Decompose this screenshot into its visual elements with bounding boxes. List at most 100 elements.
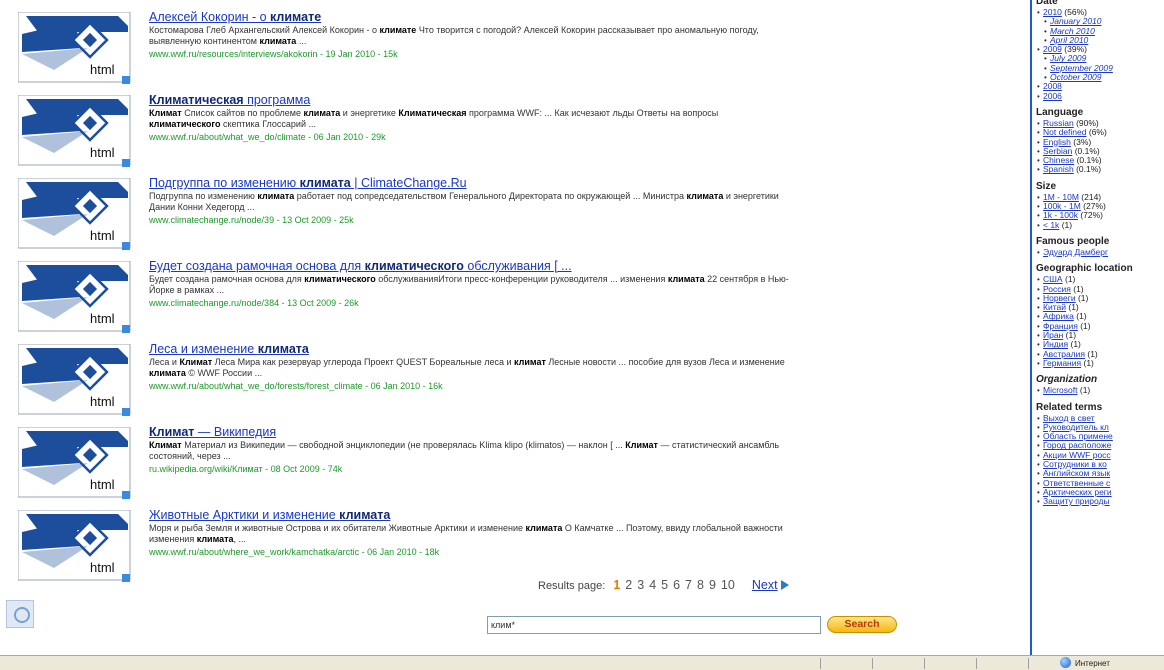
result-title-link[interactable]: Климат — Википедия [149, 425, 789, 439]
result-snippet: Костомарова Глеб Архангельский Алексей К… [149, 25, 789, 47]
search-result: html Будет создана рамочная основа для кл… [18, 257, 1018, 340]
highlighted-term: климат [514, 357, 546, 367]
result-url: www.climatechange.ru/node/39 - 13 Oct 20… [149, 215, 354, 225]
internet-zone: Интернет [1060, 657, 1110, 670]
text-segment: Будет создана рамочная основа для [149, 274, 305, 284]
page-link[interactable]: 7 [685, 578, 692, 592]
result-body: Леса и изменение климата Леса и Климат Ле… [149, 342, 789, 392]
page-link[interactable]: 3 [637, 578, 644, 592]
text-segment: Алексей Кокорин - о [149, 10, 271, 24]
text-segment: Будет создана рамочная основа для [149, 259, 365, 273]
highlighted-term: климата [667, 274, 705, 284]
result-url: www.climatechange.ru/node/384 - 13 Oct 2… [149, 298, 359, 308]
result-url: www.wwf.ru/about/what_we_do/climate - 06… [149, 132, 386, 142]
text-segment: работает под сопредседательством Генерал… [294, 191, 687, 201]
current-page: 1 [613, 578, 621, 592]
page-link[interactable]: 6 [673, 578, 680, 592]
facet-count: (6%) [1088, 127, 1107, 138]
page-link[interactable]: 2 [625, 578, 632, 592]
result-snippet: Климат Материал из Википедии — свободной… [149, 440, 789, 462]
text-segment: Леса и [149, 357, 180, 367]
highlighted-term: климатического [364, 259, 464, 273]
search-input[interactable] [487, 616, 821, 634]
result-snippet: Будет создана рамочная основа для климат… [149, 274, 789, 296]
text-segment: ... [296, 36, 307, 46]
html-label: html [90, 477, 115, 492]
text-segment: © WWF России ... [185, 368, 263, 378]
html-file-icon [18, 261, 131, 333]
search-result: html Подгруппа по изменению климата | Cli… [18, 174, 1018, 257]
thumb-shape [122, 491, 130, 499]
search-result: html Алексей Кокорин - о климате Костомаро… [18, 8, 1018, 91]
page-icon[interactable] [6, 600, 34, 628]
text-segment: Животные Арктики и изменение [149, 508, 340, 522]
page-link[interactable]: 8 [697, 578, 704, 592]
html-label: html [90, 145, 115, 160]
text-segment: Лесные новости ... пособие для вузов Лес… [545, 357, 785, 367]
result-thumbnail[interactable]: html [18, 427, 138, 501]
result-title-link[interactable]: Алексей Кокорин - о климате [149, 10, 789, 24]
facet-item: 2006 [1036, 91, 1164, 101]
facet-link[interactable]: < 1k [1043, 220, 1059, 230]
results-list: html Алексей Кокорин - о климате Костомаро… [18, 8, 1018, 589]
result-thumbnail[interactable]: html [18, 261, 138, 335]
page-link[interactable]: 9 [709, 578, 716, 592]
search-result: html Леса и изменение климата Леса и Клима… [18, 340, 1018, 423]
search-button[interactable]: Search [827, 616, 897, 633]
page-link[interactable]: 4 [649, 578, 656, 592]
html-file-icon [18, 95, 131, 167]
facet-link[interactable]: 2006 [1043, 91, 1062, 101]
result-title-link[interactable]: Леса и изменение климата [149, 342, 789, 356]
result-snippet: Моря и рыба Земля и животные Острова и и… [149, 523, 789, 545]
facet-link[interactable]: Германия [1043, 358, 1081, 368]
facet-item: Германия (1) [1036, 358, 1164, 368]
result-title-link[interactable]: Подгруппа по изменению климата | Climate… [149, 176, 789, 190]
highlighted-term: климатического [149, 119, 221, 129]
highlighted-term: Климат [149, 108, 182, 118]
html-label: html [90, 62, 115, 77]
facet-link[interactable]: Эдуард Дамберг [1043, 247, 1108, 257]
result-title-link[interactable]: Климатическая программа [149, 93, 789, 107]
facet-item: < 1k (1) [1036, 220, 1164, 230]
status-separator [976, 658, 977, 669]
text-segment: скептика Глоссарий ... [220, 119, 316, 129]
highlighted-term: климата [196, 534, 234, 544]
search-result: html Климатическая программа Климат Список… [18, 91, 1018, 174]
highlighted-term: климата [525, 523, 563, 533]
html-file-icon [18, 510, 131, 582]
page-link[interactable]: 10 [721, 578, 735, 592]
highlighted-term: климатического [304, 274, 376, 284]
facet-sidebar: Date2010 (56%)January 2010March 2010Apri… [1030, 0, 1164, 655]
globe-icon [1060, 657, 1071, 668]
results-page-label: Results page: [538, 580, 606, 592]
result-thumbnail[interactable]: html [18, 344, 138, 418]
result-thumbnail[interactable]: html [18, 510, 138, 584]
result-thumbnail[interactable]: html [18, 12, 138, 86]
facet-count: (1) [1079, 385, 1091, 396]
result-body: Животные Арктики и изменение климата Моря… [149, 508, 789, 558]
result-body: Будет создана рамочная основа для климат… [149, 259, 789, 309]
status-separator [1028, 658, 1029, 669]
highlighted-term: Климат [149, 425, 195, 439]
html-file-icon [18, 344, 131, 416]
result-thumbnail[interactable]: html [18, 178, 138, 252]
highlighted-term: климате [379, 25, 417, 35]
result-title-link[interactable]: Будет создана рамочная основа для климат… [149, 259, 789, 273]
html-file-icon [18, 178, 131, 250]
result-url: ru.wikipedia.org/wiki/Климат - 08 Oct 20… [149, 464, 343, 474]
facet-link[interactable]: Защиту природы [1043, 496, 1110, 506]
facet-link[interactable]: Spanish [1043, 164, 1074, 174]
html-file-icon [18, 12, 131, 84]
text-segment: Костомарова Глеб Архангельский Алексей К… [149, 25, 380, 35]
next-page-link[interactable]: Next [752, 578, 778, 592]
facet-count: (1) [1080, 320, 1091, 331]
result-title-link[interactable]: Животные Арктики и изменение климата [149, 508, 789, 522]
facet-link[interactable]: Microsoft [1043, 385, 1077, 395]
result-body: Климат — Википедия Климат Материал из Вик… [149, 425, 789, 475]
result-thumbnail[interactable]: html [18, 95, 138, 169]
thumb-shape [122, 325, 130, 333]
page-link[interactable]: 5 [661, 578, 668, 592]
next-arrow-icon[interactable] [780, 580, 789, 590]
highlighted-term: климате [270, 10, 322, 24]
facet-count: (1) [1077, 292, 1089, 303]
